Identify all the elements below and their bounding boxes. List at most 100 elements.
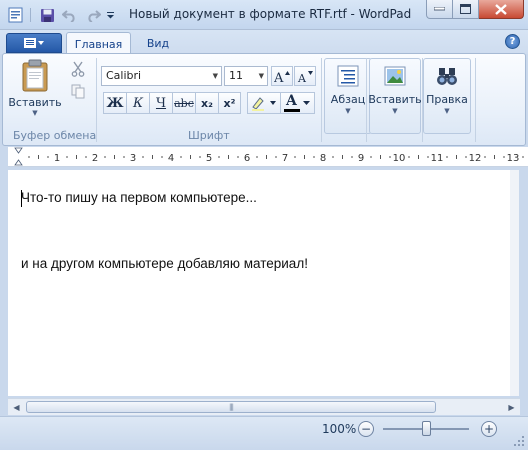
subscript-button[interactable]: x₂: [195, 92, 218, 114]
scroll-right-icon[interactable]: ▶: [503, 399, 520, 415]
close-icon: [495, 3, 507, 15]
chevron-down-icon: ▼: [258, 72, 264, 80]
font-format-buttons: Ж К Ч abc x₂ x²: [103, 92, 241, 114]
ruler-scale: 1 2 3 4 5 6 7 8 9 10 11 12 13: [14, 147, 524, 166]
document-area[interactable]: Что-то пишу на первом компьютере... и на…: [8, 170, 519, 396]
ruler-number: 13: [507, 153, 520, 164]
file-menu-button[interactable]: [6, 33, 62, 53]
ruler-tick: [237, 156, 239, 158]
ruler-tick: [294, 156, 296, 158]
help-icon[interactable]: ?: [505, 34, 520, 49]
svg-text:A: A: [274, 71, 284, 83]
strikethrough-button[interactable]: abc: [172, 92, 195, 114]
close-button[interactable]: [479, 0, 524, 19]
shrink-font-icon: A: [297, 70, 313, 83]
font-name-select[interactable]: Calibri ▼: [101, 66, 222, 86]
file-menu-icon: [24, 38, 44, 48]
paragraph-label: Абзац: [330, 93, 366, 106]
paragraph-icon: [337, 65, 359, 87]
font-size-select[interactable]: 11 ▼: [224, 66, 268, 86]
horizontal-scroll-thumb[interactable]: |||: [26, 401, 436, 413]
ruler-number: 11: [431, 153, 444, 164]
zoom-slider-thumb[interactable]: [422, 421, 431, 436]
ruler-tick: [503, 156, 505, 158]
undo-icon[interactable]: [60, 6, 78, 24]
ruler-number: 7: [282, 153, 288, 164]
underline-button[interactable]: Ч: [149, 92, 172, 114]
superscript-button[interactable]: x²: [218, 92, 241, 114]
ruler-number: 3: [130, 153, 136, 164]
ruler-number: 12: [469, 153, 482, 164]
grow-font-icon: A: [274, 70, 290, 83]
zoom-in-button[interactable]: +: [481, 421, 497, 437]
tab-view[interactable]: Вид: [140, 34, 176, 52]
shrink-font-button[interactable]: A: [294, 66, 316, 86]
hanging-indent-marker[interactable]: [14, 159, 23, 166]
bold-button[interactable]: Ж: [103, 92, 126, 114]
copy-icon: [71, 84, 85, 98]
chevron-down-icon: [303, 100, 310, 105]
ruler-tick: [456, 155, 457, 159]
ruler-tick: [380, 155, 381, 159]
grip-icon: |||: [228, 403, 234, 411]
wordpad-app-icon[interactable]: [6, 6, 26, 24]
group-separator: [475, 58, 476, 142]
grow-font-button[interactable]: A: [271, 66, 293, 86]
group-separator: [96, 58, 97, 142]
svg-text:A: A: [297, 72, 307, 83]
highlight-color-button[interactable]: [247, 92, 281, 114]
ribbon-tab-row: Главная Вид ?: [0, 30, 528, 55]
ruler-tick: [332, 156, 334, 158]
ruler-number: 1: [54, 153, 60, 164]
text-color-button[interactable]: A: [281, 92, 315, 114]
insert-button[interactable]: Вставить ▼: [368, 58, 422, 134]
customize-dropdown-icon[interactable]: [104, 6, 116, 24]
ruler-tick: [76, 155, 77, 159]
paste-button[interactable]: Вставить ▼: [8, 58, 62, 128]
italic-button[interactable]: К: [126, 92, 149, 114]
redo-icon[interactable]: [84, 6, 102, 24]
horizontal-scrollbar[interactable]: ◀ ||| ▶: [8, 398, 520, 415]
group-separator: [321, 58, 322, 142]
copy-button[interactable]: [69, 82, 87, 100]
ruler-tick: [114, 155, 115, 159]
insert-label: Вставить: [368, 93, 422, 106]
window-controls: [426, 0, 524, 20]
ruler[interactable]: 1 2 3 4 5 6 7 8 9 10 11 12 13: [8, 147, 528, 167]
text-color-icon: A: [284, 93, 300, 112]
vertical-scroll-area[interactable]: [510, 170, 519, 396]
ruler-tick: [408, 156, 410, 158]
color-buttons: A: [247, 92, 315, 114]
ruler-tick: [389, 156, 391, 158]
document-text-line[interactable]: Что-то пишу на первом компьютере...: [21, 190, 257, 205]
chevron-down-icon: ▼: [345, 107, 351, 115]
ruler-tick: [446, 156, 448, 158]
text-color-swatch: [284, 109, 300, 112]
edit-button[interactable]: Правка ▼: [423, 58, 471, 134]
ruler-tick: [218, 156, 220, 158]
ruler-tick: [313, 156, 315, 158]
ruler-number: 6: [244, 153, 250, 164]
ruler-tick: [85, 156, 87, 158]
zoom-out-button[interactable]: −: [358, 421, 374, 437]
ruler-tick: [228, 155, 229, 159]
cut-button[interactable]: [69, 60, 87, 78]
ruler-tick: [256, 156, 258, 158]
resize-grip-icon[interactable]: [513, 435, 525, 447]
document-text-line[interactable]: и на другом компьютере добавляю материал…: [21, 256, 308, 271]
chevron-down-icon: ▼: [32, 109, 38, 117]
ruler-tick: [494, 155, 495, 159]
save-icon[interactable]: [38, 6, 56, 24]
ruler-tick: [304, 155, 305, 159]
chevron-down-icon: ▼: [444, 107, 450, 115]
first-line-indent-marker[interactable]: [14, 147, 23, 154]
tab-home[interactable]: Главная: [66, 32, 131, 55]
status-bar: 100% − +: [0, 416, 528, 450]
clipboard-group-label: Буфер обмена: [13, 129, 97, 142]
ruler-tick: [28, 156, 30, 158]
maximize-button[interactable]: [453, 0, 479, 19]
paragraph-button[interactable]: Абзац ▼: [324, 58, 372, 134]
group-separator: [366, 58, 367, 142]
scroll-left-icon[interactable]: ◀: [8, 399, 25, 415]
minimize-button[interactable]: [426, 0, 453, 19]
